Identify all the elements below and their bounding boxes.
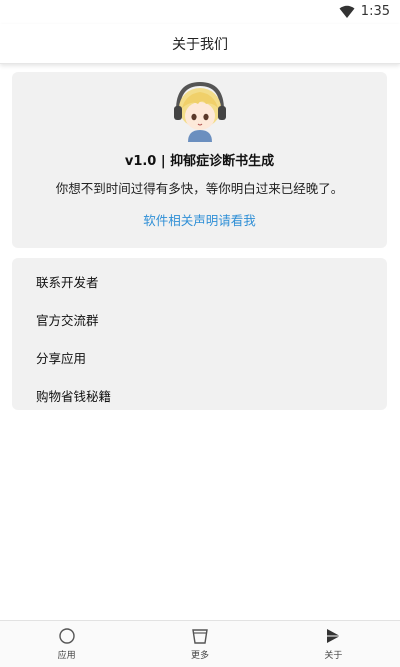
page-title: 关于我们 <box>172 36 228 53</box>
app-description: 你想不到时间过得有多快，等你明白过来已经晚了。 <box>55 181 344 196</box>
status-indicators: 1:35 <box>339 4 390 19</box>
menu-card: 联系开发者 官方交流群 分享应用 购物省钱秘籍 <box>12 258 387 410</box>
wifi-icon <box>339 5 355 18</box>
bottom-nav: 应用 更多 关于 <box>0 620 400 667</box>
play-triangle-icon <box>327 629 341 643</box>
circle-icon <box>58 628 75 644</box>
nav-label-more: 更多 <box>190 651 209 661</box>
nav-label-about: 关于 <box>324 651 343 661</box>
nav-tab-more[interactable]: 更多 <box>133 621 266 667</box>
status-bar: 1:35 <box>0 0 400 24</box>
menu-item-share-app[interactable]: 分享应用 <box>12 338 387 376</box>
menu-item-label: 官方交流群 <box>36 312 99 328</box>
statement-link[interactable]: 软件相关声明请看我 <box>12 210 387 229</box>
menu-item-label: 购物省钱秘籍 <box>36 388 112 404</box>
menu-item-label: 分享应用 <box>36 350 87 366</box>
menu-item-label: 联系开发者 <box>36 274 99 290</box>
app-bar: 关于我们 <box>0 24 400 64</box>
nav-tab-apps[interactable]: 应用 <box>0 621 133 667</box>
avatar <box>173 81 226 142</box>
nav-tab-about[interactable]: 关于 <box>267 621 400 667</box>
status-time: 1:35 <box>360 4 390 19</box>
app-info-card: v1.0 | 抑郁症诊断书生成 你想不到时间过得有多快，等你明白过来已经晚了。 … <box>12 72 387 248</box>
menu-item-official-group[interactable]: 官方交流群 <box>12 300 387 338</box>
nav-label-apps: 应用 <box>57 651 76 661</box>
app-version-title: v1.0 | 抑郁症诊断书生成 <box>124 154 275 169</box>
menu-item-contact-developer[interactable]: 联系开发者 <box>12 262 387 300</box>
menu-item-shopping-tips[interactable]: 购物省钱秘籍 <box>12 376 387 414</box>
cup-icon <box>192 629 208 644</box>
